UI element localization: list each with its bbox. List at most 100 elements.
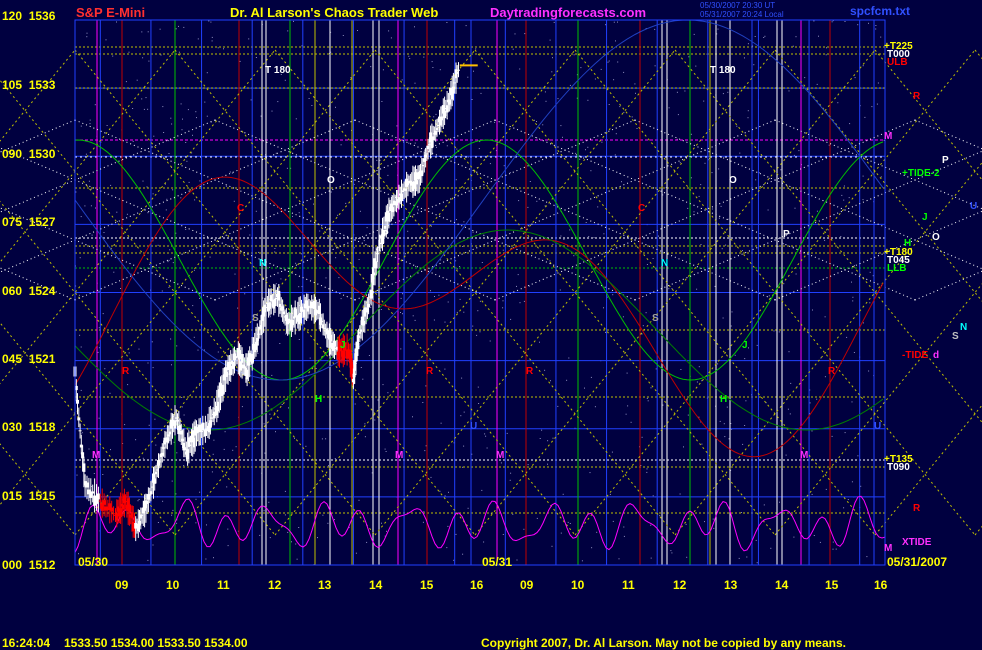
background-dot bbox=[438, 294, 440, 296]
glyph-s: S bbox=[252, 313, 259, 324]
background-dot bbox=[550, 380, 551, 382]
lattice-line bbox=[974, 49, 982, 60]
background-dot bbox=[478, 148, 480, 150]
background-dot bbox=[575, 152, 577, 154]
background-dot bbox=[382, 69, 384, 71]
background-dot bbox=[315, 368, 317, 369]
background-dot bbox=[102, 474, 104, 475]
background-dot bbox=[120, 288, 121, 289]
background-dot bbox=[147, 31, 149, 33]
background-dot bbox=[527, 206, 529, 208]
background-dot bbox=[171, 514, 173, 516]
background-dot bbox=[291, 541, 292, 543]
background-dot bbox=[611, 451, 613, 453]
background-dot bbox=[579, 158, 581, 160]
glyph-m: M bbox=[884, 131, 893, 142]
date-label-end: 05/31/2007 bbox=[887, 555, 948, 569]
background-dot bbox=[832, 541, 834, 543]
background-dot bbox=[455, 533, 457, 535]
background-dot bbox=[473, 70, 474, 72]
y-tick-0: 120 1536 bbox=[2, 9, 55, 23]
background-dot bbox=[462, 466, 464, 468]
background-dot bbox=[467, 507, 469, 509]
background-dot bbox=[862, 65, 864, 67]
glyph-o: O bbox=[932, 232, 940, 243]
background-dot bbox=[603, 307, 604, 309]
background-dot bbox=[481, 262, 483, 263]
background-dot bbox=[325, 277, 327, 279]
background-dot bbox=[567, 521, 569, 523]
glyph-n: N bbox=[259, 258, 267, 269]
background-dot bbox=[846, 336, 848, 338]
background-dot bbox=[142, 180, 144, 182]
x-tick: 15 bbox=[825, 578, 839, 592]
background-dot bbox=[102, 313, 104, 315]
glyph-r: R bbox=[122, 366, 130, 377]
background-dot bbox=[670, 550, 672, 552]
background-dot bbox=[730, 325, 732, 327]
background-dot bbox=[754, 36, 756, 37]
background-dot bbox=[279, 343, 281, 344]
background-dot bbox=[295, 262, 297, 264]
price-candle-body bbox=[76, 399, 79, 404]
background-dot bbox=[459, 298, 461, 300]
background-dot bbox=[181, 406, 183, 408]
background-dot bbox=[212, 453, 214, 455]
background-dot bbox=[551, 545, 553, 547]
background-dot bbox=[509, 172, 511, 174]
background-dot bbox=[722, 93, 724, 95]
background-dot bbox=[155, 444, 157, 446]
background-dot bbox=[790, 382, 792, 384]
background-dot bbox=[317, 537, 318, 539]
background-dot bbox=[298, 212, 300, 214]
background-dot bbox=[541, 429, 543, 431]
background-dot bbox=[618, 558, 620, 560]
background-dot bbox=[676, 91, 678, 93]
background-dot bbox=[380, 309, 382, 310]
background-dot bbox=[587, 146, 589, 148]
background-dot bbox=[659, 515, 661, 517]
y-tick-2: 090 1530 bbox=[2, 147, 55, 161]
glyph-c: C bbox=[237, 203, 245, 214]
background-dot bbox=[439, 69, 441, 71]
background-dot bbox=[547, 463, 548, 465]
background-dot bbox=[593, 237, 595, 239]
background-dot bbox=[820, 357, 822, 359]
background-dot bbox=[211, 471, 213, 473]
background-dot bbox=[636, 128, 638, 129]
background-dot bbox=[875, 25, 877, 26]
background-dot bbox=[298, 286, 300, 288]
background-dot bbox=[652, 258, 654, 259]
background-dot bbox=[658, 235, 659, 237]
background-dot bbox=[364, 423, 366, 425]
background-dot bbox=[647, 400, 649, 402]
background-dot bbox=[370, 306, 372, 308]
background-dot bbox=[773, 330, 775, 332]
background-dot bbox=[626, 372, 628, 374]
background-dot bbox=[585, 149, 586, 151]
background-dot bbox=[275, 431, 276, 433]
glyph-r: R bbox=[526, 366, 534, 377]
background-dot bbox=[328, 465, 329, 467]
background-dot bbox=[446, 22, 448, 23]
glyph-r: R bbox=[913, 91, 921, 102]
background-dot bbox=[843, 199, 845, 201]
background-dot bbox=[89, 119, 91, 121]
background-dot bbox=[199, 491, 201, 493]
background-dot bbox=[813, 535, 815, 536]
background-dot bbox=[764, 35, 766, 37]
background-dot bbox=[542, 124, 544, 126]
background-dot bbox=[596, 531, 598, 533]
x-tick: 14 bbox=[775, 578, 789, 592]
background-dot bbox=[634, 83, 636, 85]
background-dot bbox=[601, 141, 603, 143]
background-dot bbox=[152, 367, 154, 369]
background-dot bbox=[250, 99, 252, 101]
background-dot bbox=[723, 423, 725, 425]
background-dot bbox=[569, 84, 571, 86]
site-link[interactable]: Daytradingforecasts.com bbox=[490, 5, 646, 20]
background-dot bbox=[79, 257, 81, 259]
background-dot bbox=[539, 438, 541, 439]
background-dot bbox=[466, 188, 468, 190]
background-dot bbox=[684, 90, 686, 92]
